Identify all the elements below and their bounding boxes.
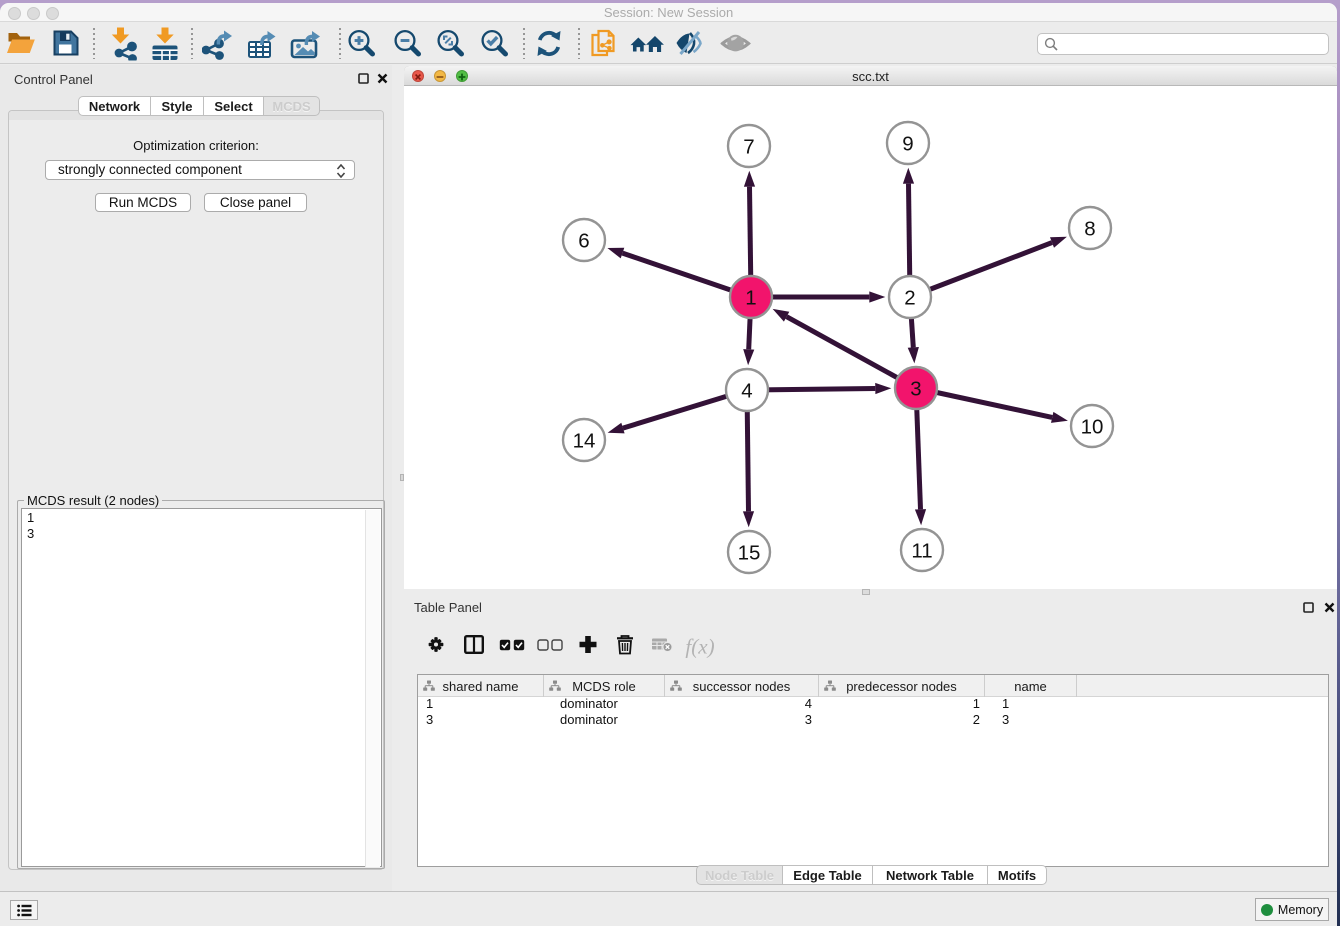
svg-text:4: 4 xyxy=(741,379,752,402)
svg-text:7: 7 xyxy=(743,135,754,158)
svg-text:11: 11 xyxy=(911,539,932,562)
svg-text:10: 10 xyxy=(1081,415,1104,438)
svg-text:8: 8 xyxy=(1084,217,1095,240)
svg-text:1: 1 xyxy=(745,286,756,309)
svg-text:15: 15 xyxy=(738,541,761,564)
svg-text:3: 3 xyxy=(910,377,921,400)
svg-text:2: 2 xyxy=(904,286,915,309)
svg-text:6: 6 xyxy=(578,229,589,252)
svg-text:14: 14 xyxy=(573,429,596,452)
svg-text:9: 9 xyxy=(902,132,913,155)
